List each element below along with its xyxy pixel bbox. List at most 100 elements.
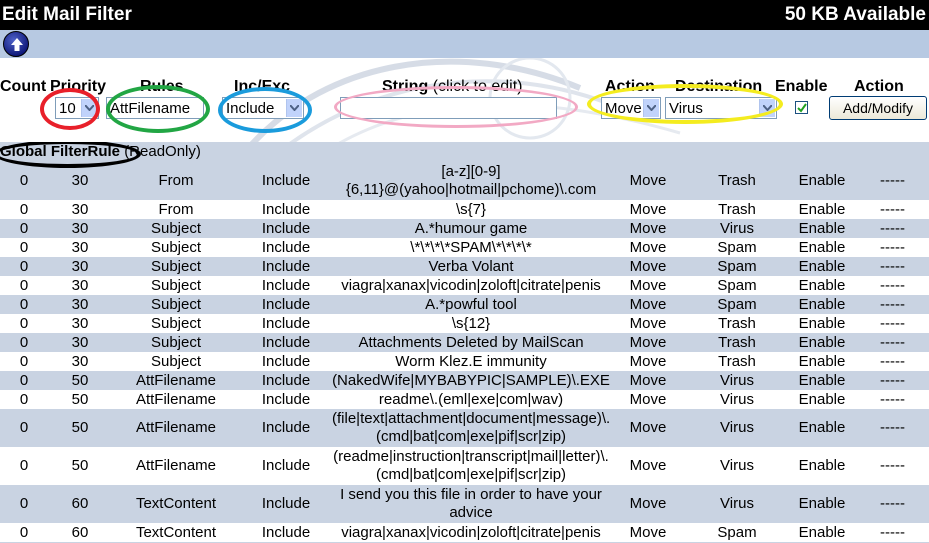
row-count: 0 xyxy=(19,495,29,512)
row-operation: ----- xyxy=(880,257,905,275)
row-destination: Spam xyxy=(717,523,757,541)
row-destination: Spam xyxy=(717,257,757,275)
row-rule: AttFilename xyxy=(135,371,217,389)
string-input[interactable] xyxy=(340,97,557,119)
row-priority: 30 xyxy=(71,314,89,332)
row-string: Verba Volant xyxy=(332,258,610,276)
row-enable: Enable xyxy=(798,314,846,332)
row-operation: ----- xyxy=(880,419,905,436)
row-action: Move xyxy=(629,457,667,474)
row-count: 0 xyxy=(19,295,29,313)
row-string: \s{7} xyxy=(332,201,610,219)
global-filter-rules-table: Global FilterRule (ReadOnly) 0 30 From Incl… xyxy=(0,142,929,543)
row-string-line: readme\.(eml|exe|com|wav) xyxy=(378,390,564,408)
chevron-down-icon xyxy=(643,99,659,117)
row-string-line: (NakedWife|MYBABYPIC|SAMPLE)\.EXE xyxy=(332,371,610,389)
row-string-line: Verba Volant xyxy=(428,257,514,275)
row-destination: Virus xyxy=(720,457,754,474)
filter-entry-panel: Count Priority Rules Inc/Exc String (cli… xyxy=(0,58,929,142)
row-destination: Trash xyxy=(718,200,756,218)
row-operation: ----- xyxy=(880,352,905,370)
rule-select[interactable]: AttFilename xyxy=(106,97,204,119)
table-row: 0 50 AttFilename Include (readme|instruction… xyxy=(0,447,929,485)
table-row: 0 30 Subject Include Verba Volant Move Spam Ena… xyxy=(0,257,929,276)
row-count: 0 xyxy=(19,352,29,370)
row-string: readme\.(eml|exe|com|wav) xyxy=(332,391,610,409)
row-string-line: [a-z][0-9] xyxy=(441,163,501,180)
row-string-line: (file|text|attachment|document|message)\… xyxy=(332,410,611,427)
table-row: 0 30 Subject Include Attachments Deleted by … xyxy=(0,333,929,352)
table-row: 0 60 TextContent Include viagra|xanax|vicodi… xyxy=(0,523,929,542)
table-row: 0 30 Subject Include Worm Klez.E immunity Mov… xyxy=(0,352,929,371)
row-rule: TextContent xyxy=(135,523,217,541)
row-action: Move xyxy=(629,333,667,351)
up-arrow-circle-icon[interactable] xyxy=(3,31,29,57)
row-enable: Enable xyxy=(798,238,846,256)
action-select[interactable]: Move xyxy=(601,97,661,119)
row-string: A.*humour game xyxy=(332,220,610,238)
col-header-string: String (click to edit) xyxy=(382,78,523,95)
row-string: viagra|xanax|vicodin|zoloft|citrate|peni… xyxy=(332,524,610,542)
row-incexc: Include xyxy=(261,200,311,218)
row-string: \*\*\*\*SPAM\*\*\*\* xyxy=(332,239,610,257)
row-operation: ----- xyxy=(880,333,905,351)
col-header-destination: Destination xyxy=(675,78,763,95)
row-string: (NakedWife|MYBABYPIC|SAMPLE)\.EXE xyxy=(332,372,610,390)
row-rule: From xyxy=(158,200,194,218)
storage-available: 50 KB Available xyxy=(784,4,926,25)
row-priority: 50 xyxy=(71,390,89,408)
row-incexc: Include xyxy=(261,238,311,256)
add-modify-button[interactable]: Add/Modify xyxy=(829,96,927,120)
row-count: 0 xyxy=(19,238,29,256)
row-operation: ----- xyxy=(880,495,905,512)
table-row: 0 30 From Include [a-z][0-9] {6,11}@(yahoo|ho… xyxy=(0,162,929,200)
row-incexc: Include xyxy=(261,390,311,408)
row-destination: Virus xyxy=(720,371,754,389)
row-enable: Enable xyxy=(798,200,846,218)
row-action: Move xyxy=(629,295,667,313)
row-string-line: A.*humour game xyxy=(414,219,528,237)
row-count: 0 xyxy=(19,390,29,408)
row-action: Move xyxy=(629,390,667,408)
col-header-action2: Action xyxy=(854,78,904,95)
destination-select[interactable]: Virus xyxy=(665,97,777,119)
row-rule: AttFilename xyxy=(135,419,217,436)
row-priority: 30 xyxy=(71,333,89,351)
row-destination: Trash xyxy=(718,333,756,351)
row-rule: Subject xyxy=(150,257,202,275)
row-string: (file|text|attachment|document|message)\… xyxy=(332,410,610,446)
row-operation: ----- xyxy=(880,390,905,408)
incexc-select[interactable]: Include xyxy=(222,97,304,119)
row-action: Move xyxy=(629,371,667,389)
enable-checkbox[interactable] xyxy=(795,101,808,114)
row-count: 0 xyxy=(19,257,29,275)
row-rule: Subject xyxy=(150,238,202,256)
row-destination: Trash xyxy=(718,352,756,370)
row-incexc: Include xyxy=(261,219,311,237)
priority-select[interactable]: 10 xyxy=(55,97,99,119)
row-string-line: Attachments Deleted by MailScan xyxy=(358,333,584,351)
row-string-line: advice xyxy=(449,504,493,521)
row-priority: 30 xyxy=(71,238,89,256)
row-enable: Enable xyxy=(798,371,846,389)
row-incexc: Include xyxy=(261,495,311,512)
row-action: Move xyxy=(629,219,667,237)
row-priority: 30 xyxy=(71,172,89,189)
row-enable: Enable xyxy=(798,172,846,189)
row-incexc: Include xyxy=(261,257,311,275)
row-string: \s{12} xyxy=(332,315,610,333)
row-string-line: \s{12} xyxy=(451,314,491,332)
string-edit-hint: (click to edit) xyxy=(432,78,523,95)
row-string-line: viagra|xanax|vicodin|zoloft|citrate|peni… xyxy=(341,276,601,294)
row-action: Move xyxy=(629,238,667,256)
row-incexc: Include xyxy=(261,172,311,189)
row-enable: Enable xyxy=(798,390,846,408)
col-header-incexc: Inc/Exc xyxy=(234,78,291,95)
row-action: Move xyxy=(629,276,667,294)
col-header-action: Action xyxy=(605,78,655,95)
row-string-line: (readme|instruction|transcript|mail|lett… xyxy=(333,448,609,465)
table-row: 0 50 AttFilename Include readme\.(eml|exe|co… xyxy=(0,390,929,409)
table-row: 0 50 AttFilename Include (NakedWife|MYBABYPI… xyxy=(0,371,929,390)
row-priority: 30 xyxy=(71,200,89,218)
row-count: 0 xyxy=(19,371,29,389)
